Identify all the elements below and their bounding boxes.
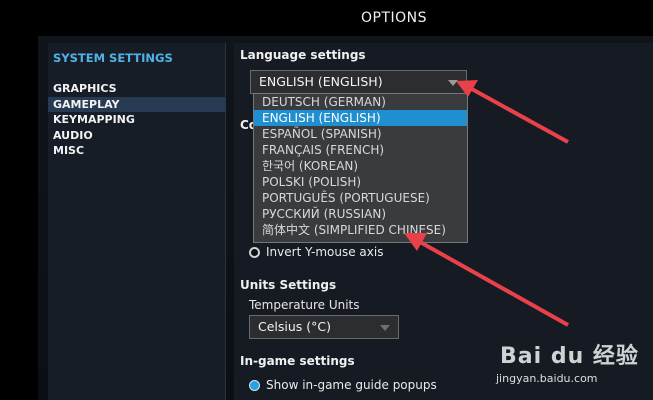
arrow-to-chinese-option: [404, 233, 569, 327]
baidu-watermark-logo: Bai du 经验: [500, 344, 639, 369]
arrow-to-dropdown: [456, 80, 569, 144]
baidu-watermark-url: jingyan.baidu.com: [496, 372, 598, 385]
